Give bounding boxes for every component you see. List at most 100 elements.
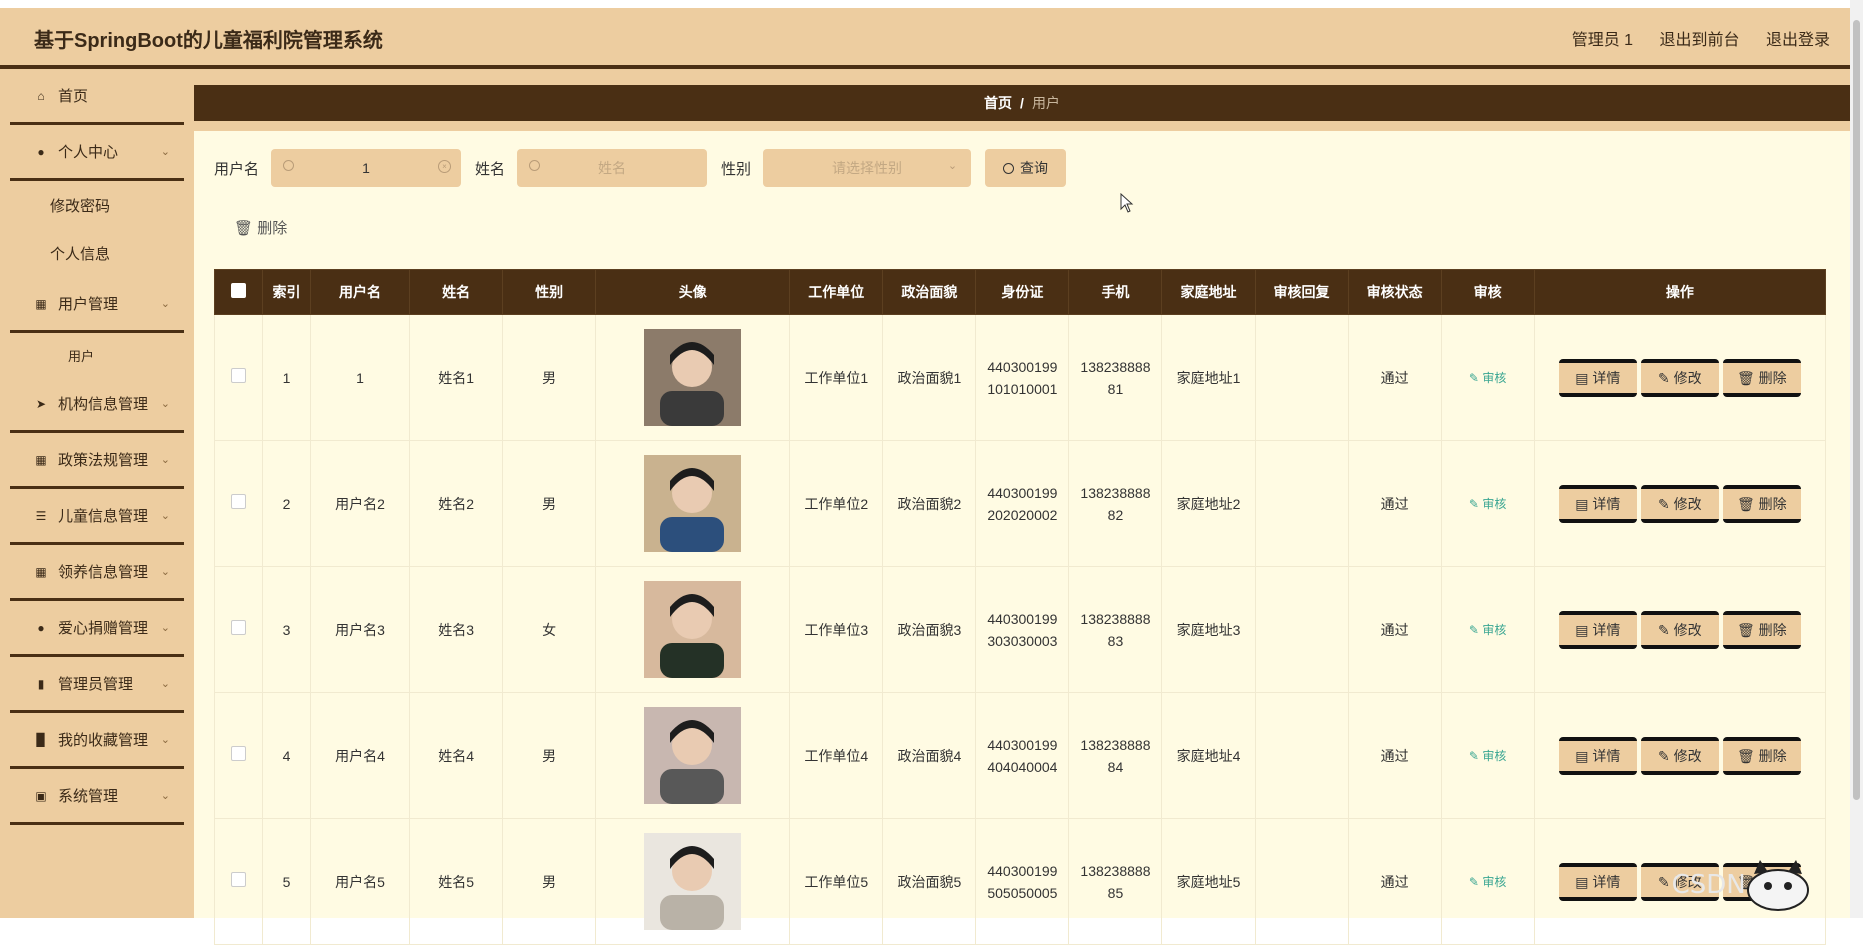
logout-link[interactable]: 退出登录 xyxy=(1766,32,1830,49)
index-cell: 5 xyxy=(262,818,312,945)
chevron-down-icon: ⌄ xyxy=(160,678,170,690)
sidebar-subitem-user[interactable]: 用户 xyxy=(0,333,194,377)
sidebar-item-system[interactable]: ▣ 系统管理 ⌄ xyxy=(10,769,184,825)
row-select-cell[interactable] xyxy=(213,818,264,945)
username-cell: 1 xyxy=(310,314,411,441)
table-body: 1 1 姓名1 男工作单位1 政治面貌1 440300199 101010001 138238… xyxy=(213,314,1827,945)
edit-button[interactable]: ✎ 修改 xyxy=(1640,610,1719,649)
avatar[interactable] xyxy=(644,329,742,426)
chevron-down-icon: ⌄ xyxy=(160,298,170,310)
sidebar-item-favorites[interactable]: ▉ 我的收藏管理 ⌄ xyxy=(10,713,184,769)
avatar[interactable] xyxy=(644,581,742,678)
detail-button[interactable]: ▤ 详情 xyxy=(1558,736,1637,775)
breadcrumb-home[interactable]: 首页 xyxy=(984,95,1012,111)
id-card-part2: 202020002 xyxy=(987,506,1058,523)
detail-button[interactable]: ▤ 详情 xyxy=(1558,610,1637,649)
index-cell: 2 xyxy=(262,440,312,567)
query-button[interactable]: 查询 xyxy=(985,149,1067,187)
search-bar: 用户名 1 × 姓名 姓名 性别 请选择性别 ⌄ 查询 xyxy=(214,149,1067,187)
edit-button-label: 修改 xyxy=(1673,747,1702,764)
detail-button[interactable]: ▤ 详情 xyxy=(1558,484,1637,523)
sidebar-item-user-management[interactable]: ▦ 用户管理 ⌄ xyxy=(10,277,184,333)
audit-button[interactable]: ✎ 审核 xyxy=(1469,875,1506,889)
phone-cell: 138238888 83 xyxy=(1068,566,1163,693)
page-scrollbar[interactable] xyxy=(1850,0,1863,918)
delete-button[interactable]: 🗑 删除 xyxy=(1722,358,1801,397)
sidebar-item-policy[interactable]: ▦ 政策法规管理 ⌄ xyxy=(10,433,184,489)
sidebar-subitem-profile[interactable]: 个人信息 xyxy=(0,229,194,277)
edit-button[interactable]: ✎ 修改 xyxy=(1640,736,1719,775)
sidebar-subitem-change-password[interactable]: 修改密码 xyxy=(0,181,194,229)
row-checkbox[interactable] xyxy=(231,745,246,761)
clipboard-icon: ▣ xyxy=(35,788,47,803)
delete-button[interactable]: 🗑 删除 xyxy=(1722,484,1801,523)
detail-button[interactable]: ▤ 详情 xyxy=(1558,358,1637,397)
edit-button[interactable]: ✎ 修改 xyxy=(1640,358,1719,397)
username-cell: 用户名4 xyxy=(310,692,411,819)
chevron-down-icon: ⌄ xyxy=(160,398,170,410)
political-cell: 政治面貌5 xyxy=(882,818,977,945)
select-all-header[interactable] xyxy=(213,269,264,315)
gender-cell: 男 xyxy=(502,818,597,945)
row-select-cell[interactable] xyxy=(213,440,264,567)
clear-icon[interactable]: × xyxy=(438,160,452,173)
avatar[interactable] xyxy=(644,833,742,930)
edit-button-label: 修改 xyxy=(1673,621,1702,638)
app-title: 基于SpringBoot的儿童福利院管理系统 xyxy=(34,30,383,52)
batch-delete-button[interactable]: 🗑 删除 xyxy=(234,217,287,238)
edit-icon: ✎ xyxy=(1468,749,1483,763)
row-checkbox[interactable] xyxy=(231,871,246,887)
audit-status-cell: 通过 xyxy=(1347,692,1442,819)
gender-cell: 女 xyxy=(502,566,597,693)
name-cell: 姓名1 xyxy=(409,314,504,441)
select-all-checkbox[interactable] xyxy=(231,283,246,298)
id-card-cell: 440300199 101010001 xyxy=(975,314,1070,441)
sidebar-item-home[interactable]: ⌂ 首页 xyxy=(10,69,184,125)
avatar[interactable] xyxy=(644,707,742,804)
name-input[interactable]: 姓名 xyxy=(517,149,708,187)
sidebar-item-label: 机构信息管理 xyxy=(58,396,149,413)
detail-button[interactable]: ▤ 详情 xyxy=(1558,862,1637,901)
sidebar-item-admin[interactable]: ▮ 管理员管理 ⌄ xyxy=(10,657,184,713)
column-header: 家庭地址 xyxy=(1161,269,1256,315)
user-table: 索引 用户名 姓名 性别 头像 工作单位 政治面貌 身份证 手机 家庭地址 审核… xyxy=(213,269,1827,945)
to-front-link[interactable]: 退出到前台 xyxy=(1660,32,1740,49)
sidebar-item-adopt[interactable]: ▦ 领养信息管理 ⌄ xyxy=(10,545,184,601)
sidebar-item-org[interactable]: ➤ 机构信息管理 ⌄ xyxy=(10,377,184,433)
current-user: 管理员 1 xyxy=(1571,32,1634,49)
row-checkbox[interactable] xyxy=(231,619,246,635)
scrollbar-thumb[interactable] xyxy=(1853,20,1860,800)
gender-label: 性别 xyxy=(721,160,752,178)
avatar[interactable] xyxy=(644,455,742,552)
phone-cell: 138238888 85 xyxy=(1068,818,1163,945)
row-select-cell[interactable] xyxy=(213,566,264,693)
username-input[interactable]: 1 × xyxy=(271,149,462,187)
audit-button[interactable]: ✎ 审核 xyxy=(1469,371,1506,385)
sidebar-item-child[interactable]: ☰ 儿童信息管理 ⌄ xyxy=(10,489,184,545)
detail-button-label: 详情 xyxy=(1592,621,1621,638)
delete-button[interactable]: 🗑 删除 xyxy=(1722,736,1801,775)
address-cell: 家庭地址3 xyxy=(1161,566,1256,693)
row-checkbox[interactable] xyxy=(231,493,246,509)
audit-button[interactable]: ✎ 审核 xyxy=(1469,623,1506,637)
delete-button[interactable]: 🗑 删除 xyxy=(1722,610,1801,649)
operations-cell: ▤ 详情✎ 修改🗑 删除 xyxy=(1533,314,1827,441)
column-header: 头像 xyxy=(595,269,791,315)
edit-button[interactable]: ✎ 修改 xyxy=(1640,484,1719,523)
id-card-part1: 440300199 xyxy=(987,610,1058,627)
phone-part2: 82 xyxy=(1107,506,1124,523)
home-icon: ⌂ xyxy=(37,88,45,103)
name-label: 姓名 xyxy=(475,160,506,178)
name-cell: 姓名4 xyxy=(409,692,504,819)
row-select-cell[interactable] xyxy=(213,314,264,441)
id-card-cell: 440300199 303030003 xyxy=(975,566,1070,693)
audit-button[interactable]: ✎ 审核 xyxy=(1469,497,1506,511)
sidebar-item-personal[interactable]: ● 个人中心 ⌄ xyxy=(10,125,184,181)
column-header: 手机 xyxy=(1068,269,1163,315)
column-header: 审核回复 xyxy=(1254,269,1349,315)
row-checkbox[interactable] xyxy=(231,367,246,383)
gender-select[interactable]: 请选择性别 ⌄ xyxy=(763,149,972,187)
audit-button[interactable]: ✎ 审核 xyxy=(1469,749,1506,763)
sidebar-item-donate[interactable]: ● 爱心捐赠管理 ⌄ xyxy=(10,601,184,657)
row-select-cell[interactable] xyxy=(213,692,264,819)
